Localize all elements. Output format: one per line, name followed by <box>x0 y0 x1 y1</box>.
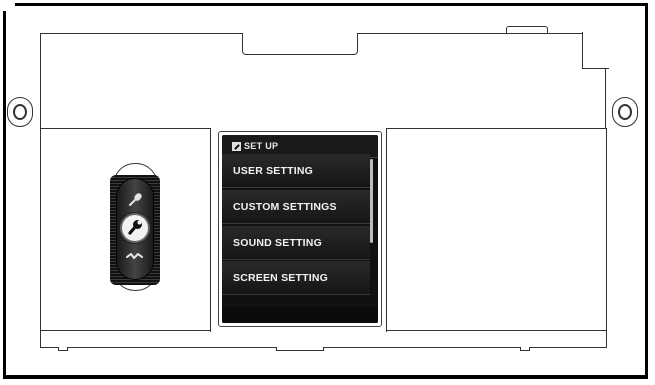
menu-item-sound-setting[interactable]: SOUND SETTING <box>222 226 370 260</box>
lcd-screen: SET UP USER SETTING CUSTOM SETTINGS SOUN… <box>222 135 378 323</box>
setup-pencil-icon <box>232 141 241 151</box>
lcd-bottom-strip <box>222 307 378 323</box>
frame-notch <box>3 3 15 11</box>
setup-button[interactable] <box>122 215 148 241</box>
camera-foot-left <box>58 347 68 351</box>
right-strap-lug <box>612 97 638 127</box>
camera-foot-center <box>276 347 324 351</box>
hot-shoe <box>242 33 358 55</box>
menu-item-user-setting[interactable]: USER SETTING <box>222 154 370 188</box>
menu-item-custom-settings[interactable]: CUSTOM SETTINGS <box>222 190 370 224</box>
setup-title: SET UP <box>244 141 279 151</box>
menu-item-screen-setting[interactable]: SCREEN SETTING <box>222 261 370 295</box>
camera-body-base <box>40 330 607 348</box>
wrench-icon <box>128 220 142 235</box>
camera-foot-right <box>520 347 530 351</box>
camera-body-step <box>582 32 609 69</box>
left-strap-lug <box>7 97 33 127</box>
wave-icon <box>126 253 143 259</box>
menu-scrollbar[interactable] <box>370 159 373 243</box>
microphone-icon <box>129 193 142 206</box>
